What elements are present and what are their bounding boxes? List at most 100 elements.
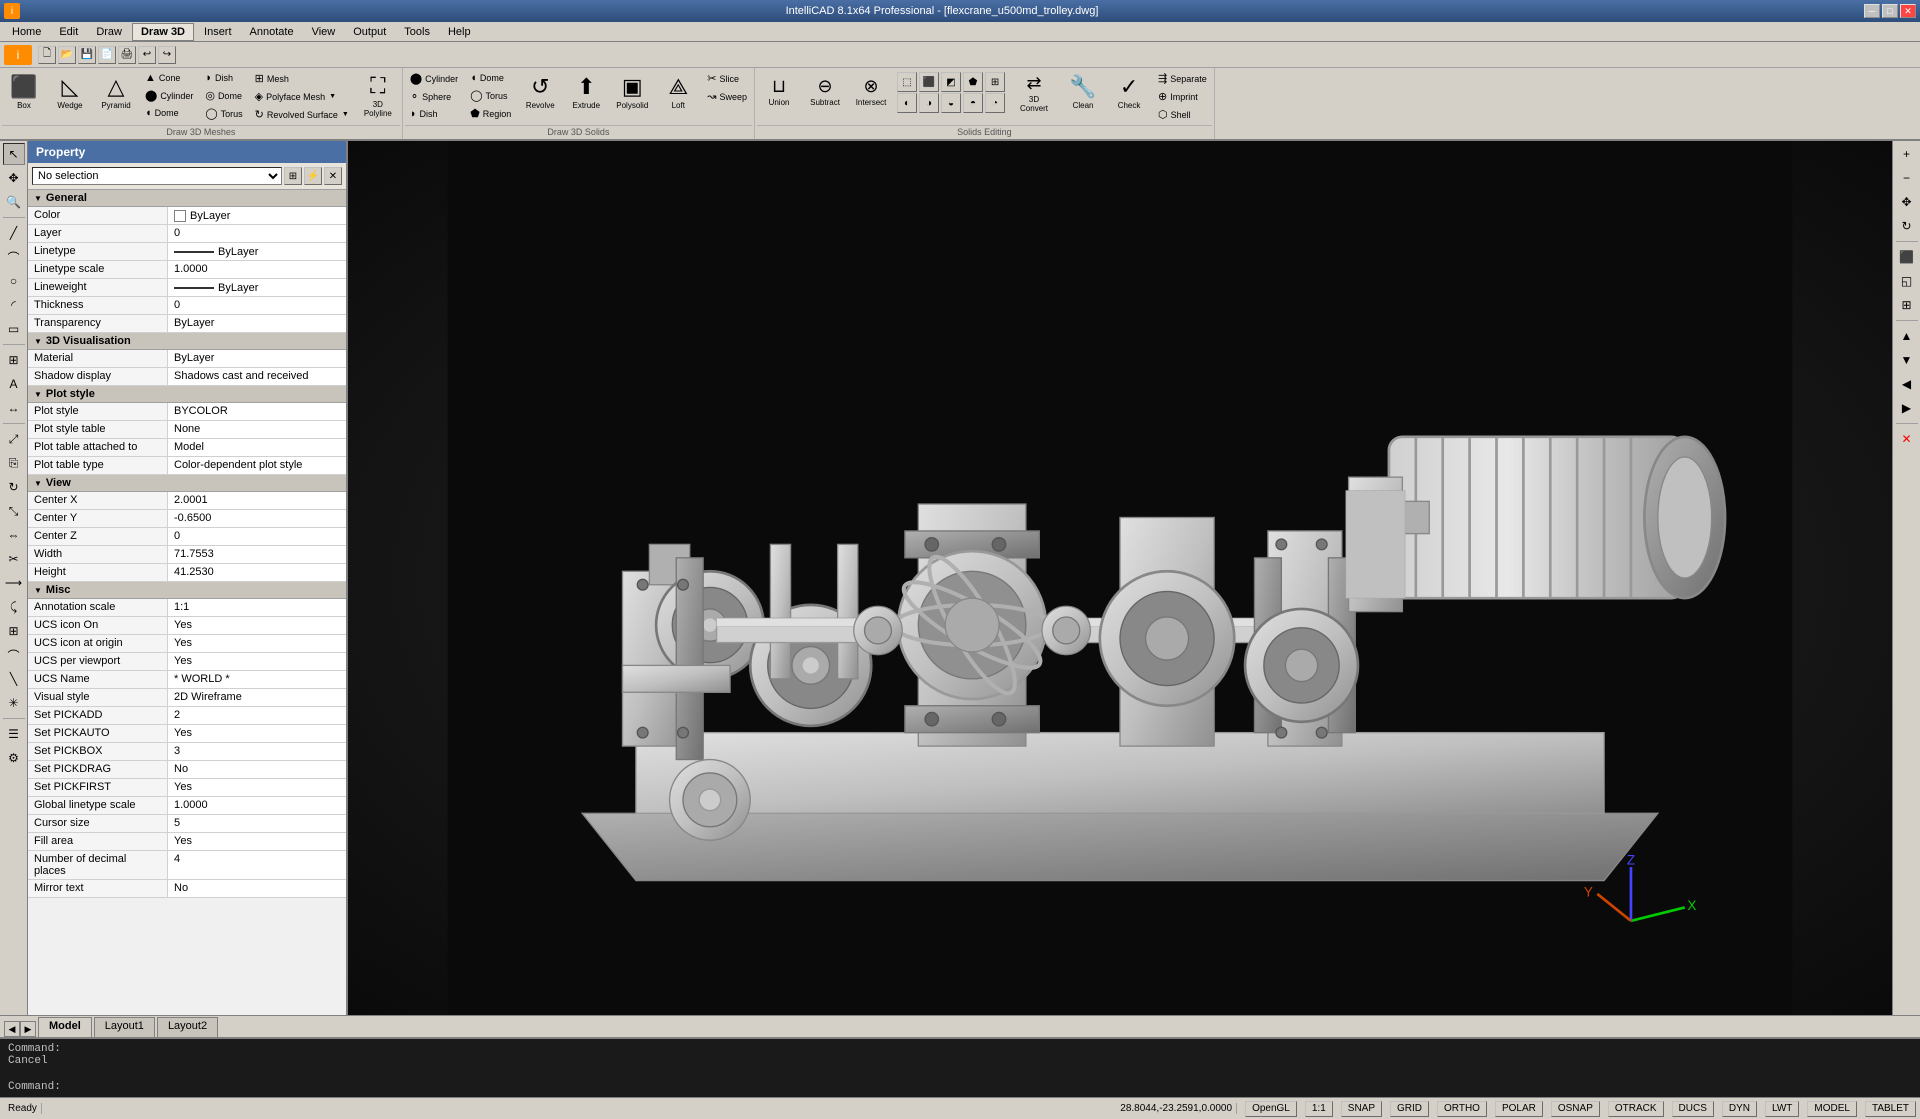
circle-tool[interactable]: ○ [3, 270, 25, 292]
dish3-tool[interactable]: ◗ Dish [405, 106, 463, 122]
visualisation-section-header[interactable]: ▼ 3D Visualisation [28, 333, 346, 350]
edge-edit-btn5[interactable]: ◔ [985, 93, 1005, 113]
close-button[interactable]: ✕ [1900, 4, 1916, 18]
right-zoom-in[interactable]: + [1896, 143, 1918, 165]
fillet-tool[interactable]: ⌒ [3, 644, 25, 666]
right-view2[interactable]: ◱ [1896, 270, 1918, 292]
menu-home[interactable]: Home [4, 24, 49, 40]
line-tool[interactable]: ╱ [3, 222, 25, 244]
tab-prev-button[interactable]: ◀ [4, 1021, 20, 1037]
command-input[interactable] [65, 1081, 1912, 1093]
tab-layout1[interactable]: Layout1 [94, 1017, 155, 1037]
menu-annotate[interactable]: Annotate [242, 24, 302, 40]
shell-tool[interactable]: ⬡ Shell [1153, 106, 1212, 123]
explode-tool[interactable]: ✳ [3, 692, 25, 714]
select-tool[interactable]: ↖ [3, 143, 25, 165]
grid-button[interactable]: GRID [1390, 1101, 1429, 1117]
select-all-button[interactable]: ⊞ [284, 167, 302, 185]
polyline-tool[interactable]: ⌒ [3, 246, 25, 268]
polyface-tool[interactable]: ◈ Polyface Mesh ▼ [250, 88, 354, 105]
cylinder2-tool[interactable]: ⬤ Cylinder [405, 70, 463, 87]
edge-edit-btn2[interactable]: ◑ [919, 93, 939, 113]
tab-model[interactable]: Model [38, 1017, 92, 1037]
polar-button[interactable]: POLAR [1495, 1101, 1543, 1117]
right-view3[interactable]: ⊞ [1896, 294, 1918, 316]
edge-edit-btn4[interactable]: ◓ [963, 93, 983, 113]
menu-draw3d[interactable]: Draw 3D [132, 23, 194, 41]
save-button[interactable]: 💾 [78, 46, 96, 64]
print-button[interactable]: 🖨 [118, 46, 136, 64]
properties-tool[interactable]: ⚙ [3, 747, 25, 769]
osnap-button[interactable]: OSNAP [1551, 1101, 1600, 1117]
torus-tool[interactable]: ◯ Torus [200, 105, 247, 122]
cone-tool[interactable]: ▲ Cone [140, 70, 198, 86]
face-edit-btn2[interactable]: ⬛ [919, 72, 939, 92]
misc-section-header[interactable]: ▼ Misc [28, 582, 346, 599]
undo-button[interactable]: ↩ [138, 46, 156, 64]
view-section-header[interactable]: ▼ View [28, 475, 346, 492]
new-file-button[interactable]: 🗋 [38, 46, 56, 64]
face-edit-btn1[interactable]: ⬚ [897, 72, 917, 92]
scale-button[interactable]: 1:1 [1305, 1101, 1333, 1117]
save-as-button[interactable]: 📄 [98, 46, 116, 64]
region-tool[interactable]: ⬟ Region [465, 105, 516, 122]
ducs-button[interactable]: DUCS [1672, 1101, 1714, 1117]
dyn-button[interactable]: DYN [1722, 1101, 1757, 1117]
3d-viewport[interactable]: X Z Y [348, 141, 1892, 1015]
viewport[interactable]: X Z Y [348, 141, 1892, 1015]
sphere2-tool[interactable]: ⚬ Sphere [405, 88, 463, 105]
chamfer-tool[interactable]: ╲ [3, 668, 25, 690]
mirror-tool[interactable]: ⇔ [3, 524, 25, 546]
ortho-button[interactable]: ORTHO [1437, 1101, 1487, 1117]
imprint-tool[interactable]: ⊕ Imprint [1153, 88, 1212, 105]
loft-tool[interactable]: ⟁ Loft [656, 70, 700, 114]
intersect-tool[interactable]: ⊗ Intersect [849, 70, 893, 114]
face-edit-btn3[interactable]: ◩ [941, 72, 961, 92]
right-nav1[interactable]: ▲ [1896, 325, 1918, 347]
zoom-tool[interactable]: 🔍 [3, 191, 25, 213]
menu-tools[interactable]: Tools [396, 24, 438, 40]
box-tool[interactable]: ⬛ Box [2, 70, 46, 114]
redo-button[interactable]: ↪ [158, 46, 176, 64]
snap-button[interactable]: SNAP [1341, 1101, 1382, 1117]
sweep-tool[interactable]: ↝ Sweep [702, 88, 752, 105]
trim-tool[interactable]: ✂ [3, 548, 25, 570]
polysolid-tool[interactable]: ▣ Polysolid [610, 70, 654, 114]
wedge-tool[interactable]: ◺ Wedge [48, 70, 92, 114]
text-tool[interactable]: A [3, 373, 25, 395]
right-pan[interactable]: ✥ [1896, 191, 1918, 213]
layers-tool[interactable]: ☰ [3, 723, 25, 745]
renderer-button[interactable]: OpenGL [1245, 1101, 1297, 1117]
right-nav2[interactable]: ▼ [1896, 349, 1918, 371]
pyramid-tool[interactable]: △ Pyramid [94, 70, 138, 114]
right-orbit[interactable]: ↻ [1896, 215, 1918, 237]
dome-tool[interactable]: ◖ Dome [140, 105, 198, 121]
menu-output[interactable]: Output [345, 24, 394, 40]
face-edit-btn5[interactable]: ⊞ [985, 72, 1005, 92]
otrack-button[interactable]: OTRACK [1608, 1101, 1664, 1117]
menu-draw[interactable]: Draw [88, 24, 130, 40]
polyline3d-tool[interactable]: ⛶ 3D Polyline [356, 70, 400, 122]
selection-dropdown[interactable]: No selection [32, 167, 282, 185]
move-tool[interactable]: ⤢ [3, 428, 25, 450]
pan-tool[interactable]: ✥ [3, 167, 25, 189]
dish-tool[interactable]: ◗ Dish [200, 70, 247, 86]
right-view1[interactable]: ⬛ [1896, 246, 1918, 268]
minimize-button[interactable]: ─ [1864, 4, 1880, 18]
dome3-tool[interactable]: ◖ Dome [465, 70, 516, 86]
copy-tool[interactable]: ⎘ [3, 452, 25, 474]
scale-tool[interactable]: ⤡ [3, 500, 25, 522]
extend-tool[interactable]: ⟶ [3, 572, 25, 594]
torus2-tool[interactable]: ◯ Torus [465, 87, 516, 104]
tab-next-button[interactable]: ▶ [20, 1021, 36, 1037]
dim-tool[interactable]: ↔ [3, 397, 25, 419]
array-tool[interactable]: ⊞ [3, 620, 25, 642]
mesh-tool[interactable]: ⊞ Mesh [250, 70, 354, 87]
union-tool[interactable]: ⊔ Union [757, 70, 801, 114]
tab-layout2[interactable]: Layout2 [157, 1017, 218, 1037]
general-section-header[interactable]: ▼ General [28, 190, 346, 207]
edge-edit-btn1[interactable]: ◐ [897, 93, 917, 113]
tablet-button[interactable]: TABLET [1865, 1101, 1916, 1117]
face-edit-btn4[interactable]: ⬟ [963, 72, 983, 92]
convert-3d-tool[interactable]: ⇄ 3DConvert [1009, 70, 1059, 117]
